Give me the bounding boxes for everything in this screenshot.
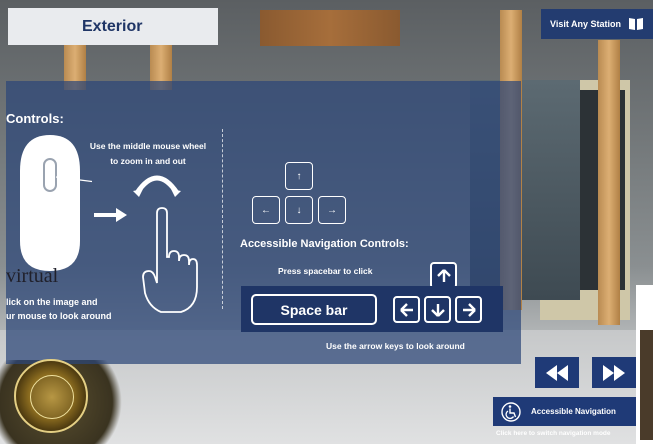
side-panel-image: [640, 330, 653, 440]
controls-title: Controls:: [6, 111, 64, 126]
key-left-large: [393, 296, 420, 323]
controls-help-overlay: Controls: Use the middle mouse wheel to …: [6, 81, 521, 364]
section-divider: [222, 129, 223, 309]
iowa-secretary-of-state-seal: [14, 359, 88, 433]
key-right: →: [318, 196, 346, 224]
arrow-keys-text: Use the arrow keys to look around: [326, 341, 465, 351]
page-title: Exterior: [8, 8, 218, 45]
arrow-right-icon: [94, 208, 127, 222]
wood-pillar: [598, 40, 620, 325]
key-right-large: [455, 296, 482, 323]
zoom-line-1: Use the middle mouse wheel: [89, 141, 207, 151]
click-line-2: ur mouse to look around: [6, 310, 112, 321]
key-down: ↓: [285, 196, 313, 224]
arrow-up-icon: [436, 268, 451, 282]
wheelchair-icon: [501, 401, 521, 422]
accessible-controls-title: Accessible Navigation Controls:: [240, 238, 409, 250]
virtual-label: virtual: [6, 265, 59, 287]
accessible-navigation-label: Accessible Navigation: [531, 407, 616, 416]
scroll-wheel-icon: [133, 175, 181, 197]
click-line-1: lick on the image and: [6, 297, 98, 307]
previous-station-button[interactable]: [535, 357, 579, 388]
rewind-icon: [546, 364, 568, 381]
arrow-right-small-icon: →: [327, 204, 337, 216]
next-station-button[interactable]: [592, 357, 636, 388]
visit-any-station-label: Visit Any Station: [549, 19, 621, 29]
roof-canopy: [260, 10, 400, 46]
zoom-instructions: Use the middle mouse wheel to zoom in an…: [68, 139, 228, 169]
accessible-navigation-hint: Click here to switch navigation mode: [496, 430, 611, 437]
accessible-keys-panel: Space bar: [241, 286, 503, 332]
arrow-left-icon: [399, 302, 413, 317]
spacebar-key: Space bar: [251, 294, 377, 325]
key-left: ←: [252, 196, 280, 224]
key-down-large: [424, 296, 451, 323]
pointing-hand-icon: [142, 207, 198, 313]
key-up-large: [430, 262, 457, 289]
visit-any-station-button[interactable]: Visit Any Station: [541, 9, 653, 39]
arrow-down-icon: ↓: [296, 204, 302, 216]
zoom-line-2: to zoom in and out: [110, 155, 186, 166]
book-icon: [629, 18, 643, 30]
key-up: ↑: [285, 162, 313, 190]
press-spacebar-text: Press spacebar to click: [278, 266, 373, 276]
seal-emblem-icon: [30, 375, 74, 419]
arrow-down-icon: [430, 303, 445, 317]
accessible-navigation-button[interactable]: Accessible Navigation: [493, 397, 636, 426]
click-instructions: lick on the image and ur mouse to look a…: [6, 296, 112, 324]
arrow-right-icon: [462, 302, 476, 317]
fast-forward-icon: [603, 364, 625, 381]
spacebar-label: Space bar: [280, 301, 348, 318]
arrow-left-icon: ←: [261, 204, 271, 216]
page-title-text: Exterior: [82, 17, 143, 35]
arrow-up-icon: ↑: [296, 170, 302, 182]
